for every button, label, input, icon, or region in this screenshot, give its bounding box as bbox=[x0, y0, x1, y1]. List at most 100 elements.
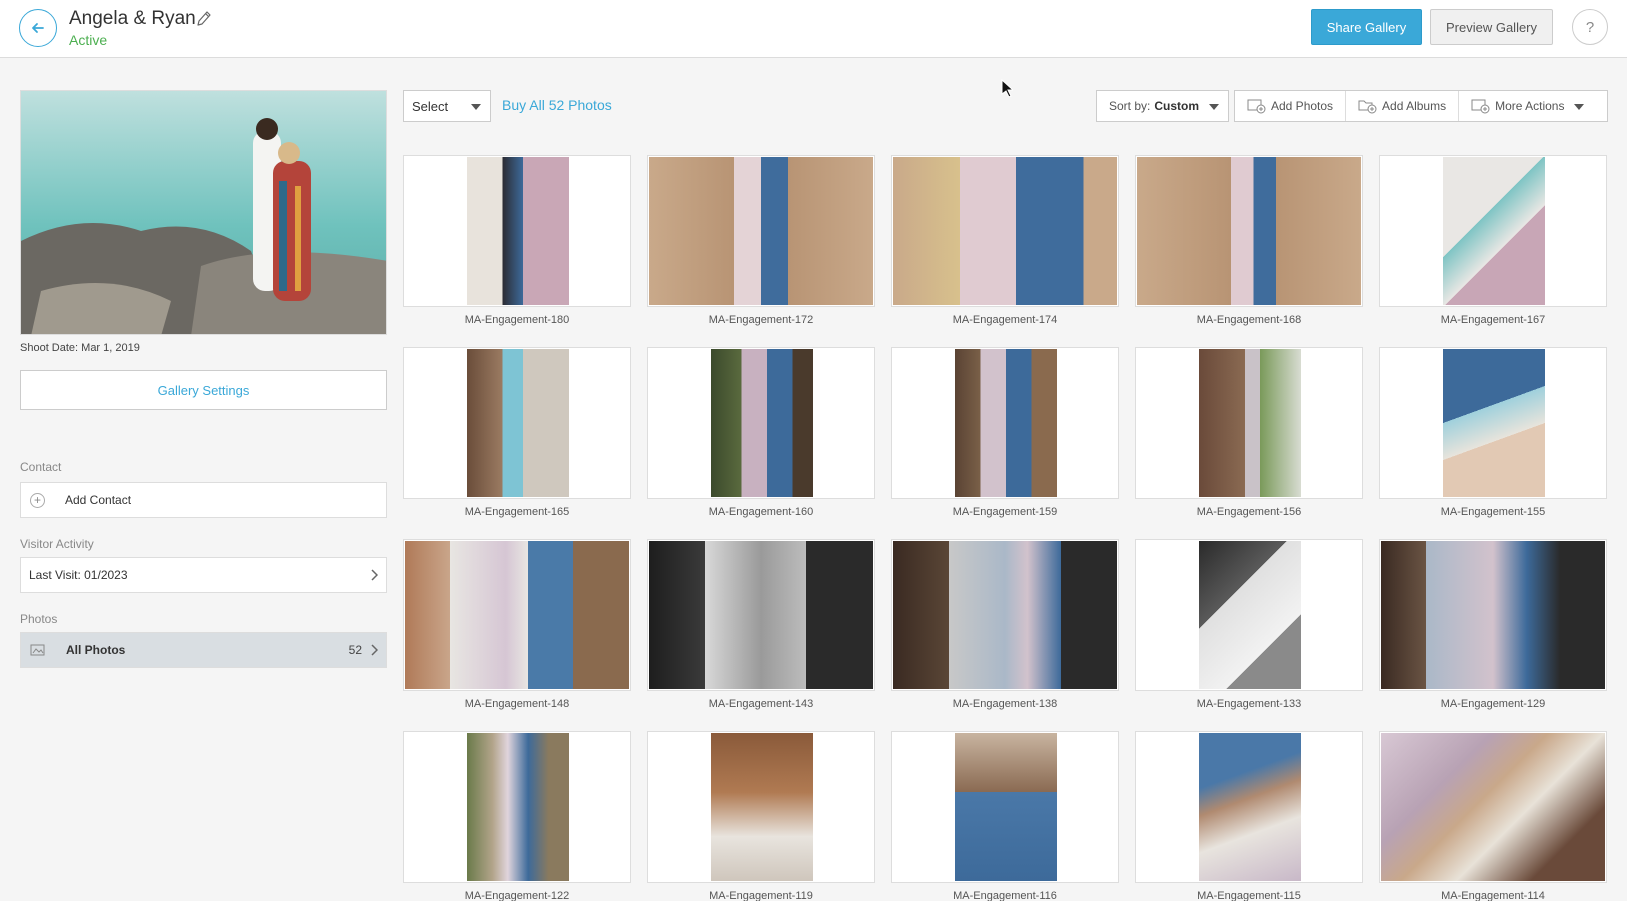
photo-tile[interactable] bbox=[1379, 347, 1607, 499]
photo-tile[interactable] bbox=[891, 155, 1119, 307]
more-actions-button[interactable]: More Actions bbox=[1459, 91, 1594, 121]
visitor-activity-row[interactable]: Last Visit: 01/2023 bbox=[20, 557, 387, 593]
photo-caption: MA-Engagement-159 bbox=[952, 506, 1058, 518]
photo-thumbnail bbox=[1443, 349, 1545, 497]
photo-thumbnail bbox=[711, 733, 813, 881]
photo-caption: MA-Engagement-167 bbox=[1440, 314, 1546, 326]
photo-caption: MA-Engagement-114 bbox=[1441, 890, 1545, 901]
add-album-icon bbox=[1358, 100, 1377, 114]
photo-tile[interactable] bbox=[1379, 539, 1607, 691]
more-actions-icon bbox=[1471, 99, 1490, 114]
photo-tile[interactable] bbox=[891, 347, 1119, 499]
photo-tile[interactable] bbox=[647, 539, 875, 691]
all-photos-count: 52 bbox=[348, 643, 362, 657]
photo-caption: MA-Engagement-143 bbox=[708, 698, 814, 710]
help-button[interactable]: ? bbox=[1572, 9, 1608, 45]
add-albums-button[interactable]: Add Albums bbox=[1346, 91, 1460, 121]
sort-value: Custom bbox=[1154, 99, 1200, 113]
photo-tile[interactable] bbox=[1135, 731, 1363, 883]
photos-icon bbox=[30, 644, 45, 656]
shoot-date: Shoot Date: Mar 1, 2019 bbox=[20, 342, 140, 354]
photo-caption: MA-Engagement-165 bbox=[464, 506, 570, 518]
photo-tile[interactable] bbox=[1135, 347, 1363, 499]
gallery-status: Active bbox=[69, 32, 108, 48]
photo-tile[interactable] bbox=[403, 155, 631, 307]
photo-caption: MA-Engagement-116 bbox=[953, 890, 1057, 901]
photo-caption: MA-Engagement-122 bbox=[464, 890, 570, 901]
photo-tile[interactable] bbox=[647, 155, 875, 307]
photos-section-label: Photos bbox=[20, 612, 58, 626]
add-albums-label: Add Albums bbox=[1382, 99, 1447, 113]
photo-caption: MA-Engagement-119 bbox=[709, 890, 813, 901]
photo-thumbnail bbox=[955, 349, 1057, 497]
photo-caption: MA-Engagement-138 bbox=[952, 698, 1058, 710]
photo-caption: MA-Engagement-160 bbox=[708, 506, 814, 518]
photo-caption: MA-Engagement-155 bbox=[1440, 506, 1546, 518]
photo-caption: MA-Engagement-129 bbox=[1440, 698, 1546, 710]
photo-thumbnail bbox=[1443, 157, 1545, 305]
sort-dropdown[interactable]: Sort by: Custom bbox=[1096, 90, 1229, 122]
add-photos-button[interactable]: Add Photos bbox=[1235, 91, 1347, 121]
gallery-settings-button[interactable]: Gallery Settings bbox=[20, 370, 387, 410]
photo-thumbnail bbox=[467, 733, 569, 881]
caret-down-icon bbox=[471, 104, 481, 110]
photo-thumbnail bbox=[467, 349, 569, 497]
add-contact-button[interactable]: + Add Contact bbox=[20, 482, 387, 518]
photo-caption: MA-Engagement-168 bbox=[1196, 314, 1302, 326]
sidebar-item-all-photos[interactable]: All Photos 52 bbox=[20, 632, 387, 668]
pencil-icon[interactable] bbox=[196, 10, 212, 28]
photo-tile[interactable] bbox=[1135, 155, 1363, 307]
more-actions-label: More Actions bbox=[1495, 99, 1565, 113]
photo-caption: MA-Engagement-148 bbox=[464, 698, 570, 710]
photo-thumbnail bbox=[955, 733, 1057, 881]
photo-caption: MA-Engagement-133 bbox=[1196, 698, 1302, 710]
photo-thumbnail bbox=[1199, 349, 1301, 497]
photo-thumbnail bbox=[1199, 733, 1301, 881]
photo-caption: MA-Engagement-174 bbox=[952, 314, 1058, 326]
photo-tile[interactable] bbox=[647, 731, 875, 883]
photo-tile[interactable] bbox=[891, 539, 1119, 691]
share-gallery-button[interactable]: Share Gallery bbox=[1311, 9, 1422, 45]
photo-thumbnail bbox=[1381, 733, 1605, 881]
last-visit-label: Last Visit: 01/2023 bbox=[29, 568, 128, 582]
photo-caption: MA-Engagement-156 bbox=[1196, 506, 1302, 518]
select-dropdown-label: Select bbox=[412, 98, 449, 114]
top-header: Angela & Ryan Active Share Gallery Previ… bbox=[0, 0, 1627, 58]
photo-thumbnail bbox=[1381, 541, 1605, 689]
photo-tile[interactable] bbox=[403, 539, 631, 691]
photo-tile[interactable] bbox=[1379, 155, 1607, 307]
visitor-activity-section-label: Visitor Activity bbox=[20, 537, 94, 551]
caret-down-icon bbox=[1209, 104, 1219, 110]
photo-tile[interactable] bbox=[403, 347, 631, 499]
photo-tile[interactable] bbox=[891, 731, 1119, 883]
photo-thumbnail bbox=[1137, 157, 1361, 305]
photo-thumbnail bbox=[649, 157, 873, 305]
photo-caption: MA-Engagement-172 bbox=[708, 314, 814, 326]
add-photos-label: Add Photos bbox=[1271, 99, 1334, 113]
mouse-cursor-icon bbox=[1001, 79, 1013, 97]
photo-tile[interactable] bbox=[1379, 731, 1607, 883]
all-photos-label: All Photos bbox=[66, 643, 126, 657]
chevron-right-icon bbox=[371, 644, 378, 656]
caret-down-icon bbox=[1574, 104, 1585, 110]
photo-thumbnail bbox=[893, 157, 1117, 305]
add-photo-icon bbox=[1247, 99, 1266, 114]
photo-thumbnail bbox=[467, 157, 569, 305]
photo-thumbnail bbox=[1199, 541, 1301, 689]
photo-thumbnail bbox=[893, 541, 1117, 689]
photo-thumbnail bbox=[711, 349, 813, 497]
gallery-title: Angela & Ryan bbox=[69, 8, 196, 29]
photo-tile[interactable] bbox=[403, 731, 631, 883]
photo-tile[interactable] bbox=[647, 347, 875, 499]
photo-caption: MA-Engagement-115 bbox=[1197, 890, 1301, 901]
preview-gallery-button[interactable]: Preview Gallery bbox=[1430, 9, 1553, 45]
buy-all-photos-link[interactable]: Buy All 52 Photos bbox=[502, 97, 612, 113]
select-dropdown[interactable]: Select bbox=[403, 90, 491, 122]
arrow-left-icon bbox=[32, 23, 44, 33]
photo-caption: MA-Engagement-180 bbox=[464, 314, 570, 326]
photo-thumbnail bbox=[405, 541, 629, 689]
photo-thumbnail bbox=[649, 541, 873, 689]
back-button[interactable] bbox=[19, 9, 57, 47]
plus-icon: + bbox=[30, 492, 45, 508]
photo-tile[interactable] bbox=[1135, 539, 1363, 691]
